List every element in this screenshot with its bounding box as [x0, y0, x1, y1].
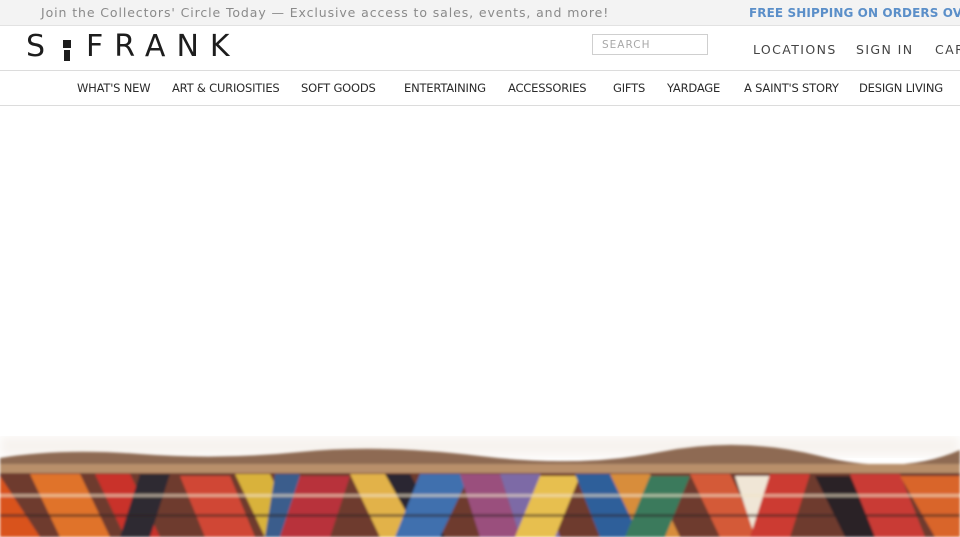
- hero-banner[interactable]: [0, 106, 960, 537]
- locations-link[interactable]: LOCATIONS: [753, 42, 837, 57]
- cart-link[interactable]: CAR: [935, 42, 960, 57]
- promo-bar: Join the Collectors' Circle Today — Excl…: [0, 0, 960, 26]
- collectors-circle-promo-link[interactable]: Join the Collectors' Circle Today — Excl…: [41, 5, 609, 20]
- nav-item-soft-goods[interactable]: SOFT GOODS: [301, 81, 376, 95]
- nav-item-accessories[interactable]: ACCESSORIES: [508, 81, 587, 95]
- search-input[interactable]: [592, 34, 708, 55]
- nav-item-whats-new[interactable]: WHAT'S NEW: [77, 81, 151, 95]
- logo-letter-s: S: [26, 29, 57, 64]
- logo-wordmark: FRANK: [86, 29, 241, 64]
- st-frank-logo[interactable]: S FRANK: [26, 32, 241, 62]
- nav-item-entertaining[interactable]: ENTERTAINING: [404, 81, 486, 95]
- free-shipping-banner[interactable]: FREE SHIPPING ON ORDERS OVER $: [749, 6, 960, 20]
- nav-item-gifts[interactable]: GIFTS: [613, 81, 645, 95]
- nav-item-design-living[interactable]: DESIGN LIVING: [859, 81, 943, 95]
- nav-item-art-curiosities[interactable]: ART & CURIOSITIES: [172, 81, 280, 95]
- sign-in-link[interactable]: SIGN IN: [856, 42, 913, 57]
- site-header: S FRANK LOCATIONS SIGN IN CAR: [0, 26, 960, 71]
- main-navigation: WHAT'S NEW ART & CURIOSITIES SOFT GOODS …: [0, 71, 960, 106]
- nav-item-yardage[interactable]: YARDAGE: [667, 81, 720, 95]
- woven-rug-image: [0, 436, 960, 537]
- logo-saint-mark-icon: [60, 32, 74, 62]
- nav-item-a-saints-story[interactable]: A SAINT'S STORY: [744, 81, 839, 95]
